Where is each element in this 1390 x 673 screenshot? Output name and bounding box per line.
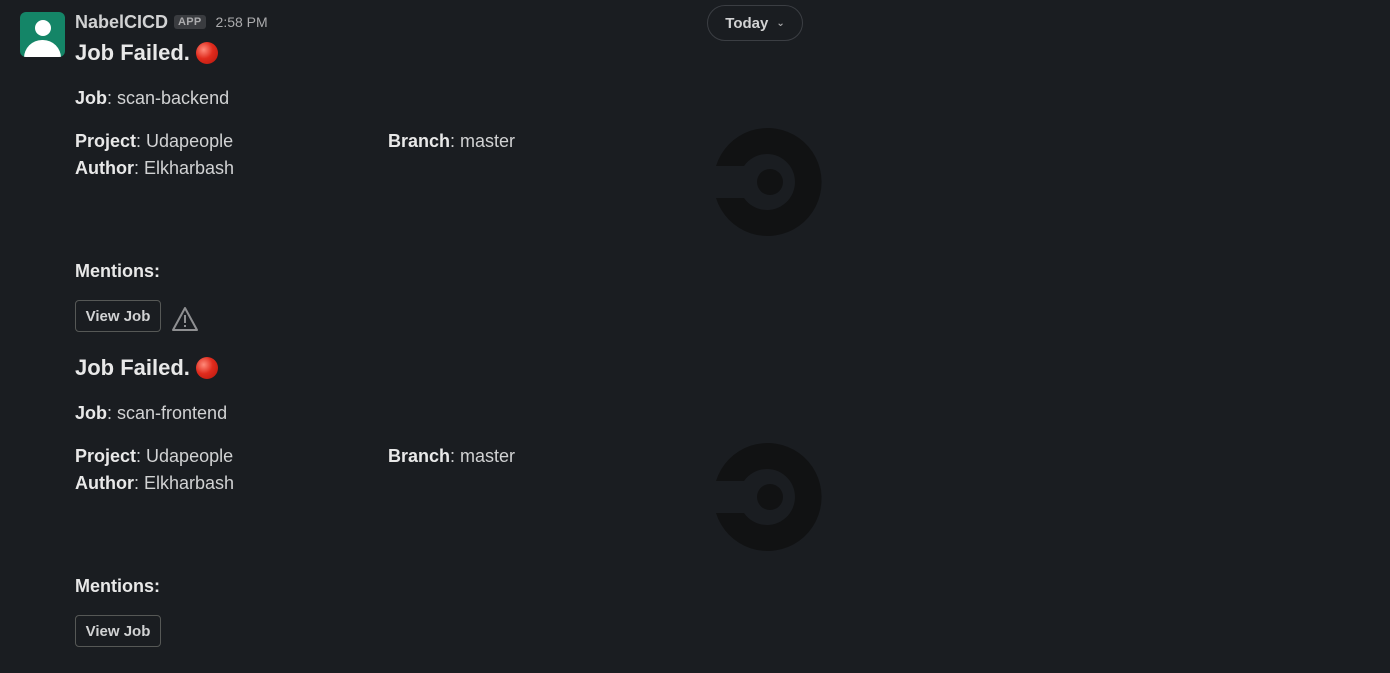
sender-name[interactable]: NabelCICD: [75, 12, 168, 33]
red-circle-icon: [195, 42, 218, 64]
avatar-head: [35, 20, 51, 36]
job-value: : scan-backend: [107, 88, 230, 108]
project-field: Project: Udapeople: [75, 446, 233, 467]
job-label: Job: [75, 403, 108, 423]
project-value: : Udapeople: [136, 131, 234, 151]
project-label: Project: [75, 131, 137, 151]
chevron-down-icon: ⌄: [776, 17, 785, 29]
author-label: Author: [75, 158, 134, 178]
author-field: Author: Elkharbash: [75, 473, 234, 494]
mentions-label-text: Mentions:: [75, 261, 160, 281]
branch-label: Branch: [388, 131, 451, 151]
branch-field: Branch: master: [388, 446, 515, 467]
job-value: : scan-frontend: [107, 403, 228, 423]
project-label: Project: [75, 446, 137, 466]
app-badge: APP: [174, 15, 206, 29]
message-timestamp[interactable]: 2:58 PM: [216, 14, 268, 30]
date-divider-label: Today: [725, 14, 769, 32]
job-field: Job: scan-frontend: [75, 403, 227, 424]
job-field: Job: scan-backend: [75, 88, 229, 109]
job-attachment: Job Failed. Job: scan-backend Project: U…: [75, 40, 875, 340]
project-value: : Udapeople: [136, 446, 234, 466]
user-avatar-icon[interactable]: [20, 12, 65, 57]
author-value: : Elkharbash: [133, 473, 235, 493]
mentions-label: Mentions:: [75, 576, 160, 597]
message-header: NabelCICD APP 2:58 PM: [75, 10, 268, 34]
project-field: Project: Udapeople: [75, 131, 233, 152]
warning-triangle-icon[interactable]: [171, 306, 199, 332]
avatar-body: [24, 40, 61, 57]
mentions-label-text: Mentions:: [75, 576, 160, 596]
job-title-text: Job Failed.: [75, 355, 190, 380]
circleci-logo-icon[interactable]: [716, 443, 824, 551]
date-divider-button[interactable]: Today ⌄: [707, 5, 803, 41]
author-value: : Elkharbash: [133, 158, 235, 178]
job-attachment: Job Failed. Job: scan-frontend Project: …: [75, 355, 875, 655]
job-title: Job Failed.: [75, 40, 218, 66]
author-field: Author: Elkharbash: [75, 158, 234, 179]
red-circle-icon: [195, 357, 218, 379]
circleci-logo-icon[interactable]: [716, 128, 824, 236]
view-job-button[interactable]: View Job: [75, 615, 161, 647]
branch-field: Branch: master: [388, 131, 515, 152]
job-title: Job Failed.: [75, 355, 218, 381]
branch-value: : master: [450, 446, 516, 466]
job-label: Job: [75, 88, 108, 108]
branch-label: Branch: [388, 446, 451, 466]
job-title-text: Job Failed.: [75, 40, 190, 65]
author-label: Author: [75, 473, 134, 493]
branch-value: : master: [450, 131, 516, 151]
view-job-button[interactable]: View Job: [75, 300, 161, 332]
mentions-label: Mentions:: [75, 261, 160, 282]
